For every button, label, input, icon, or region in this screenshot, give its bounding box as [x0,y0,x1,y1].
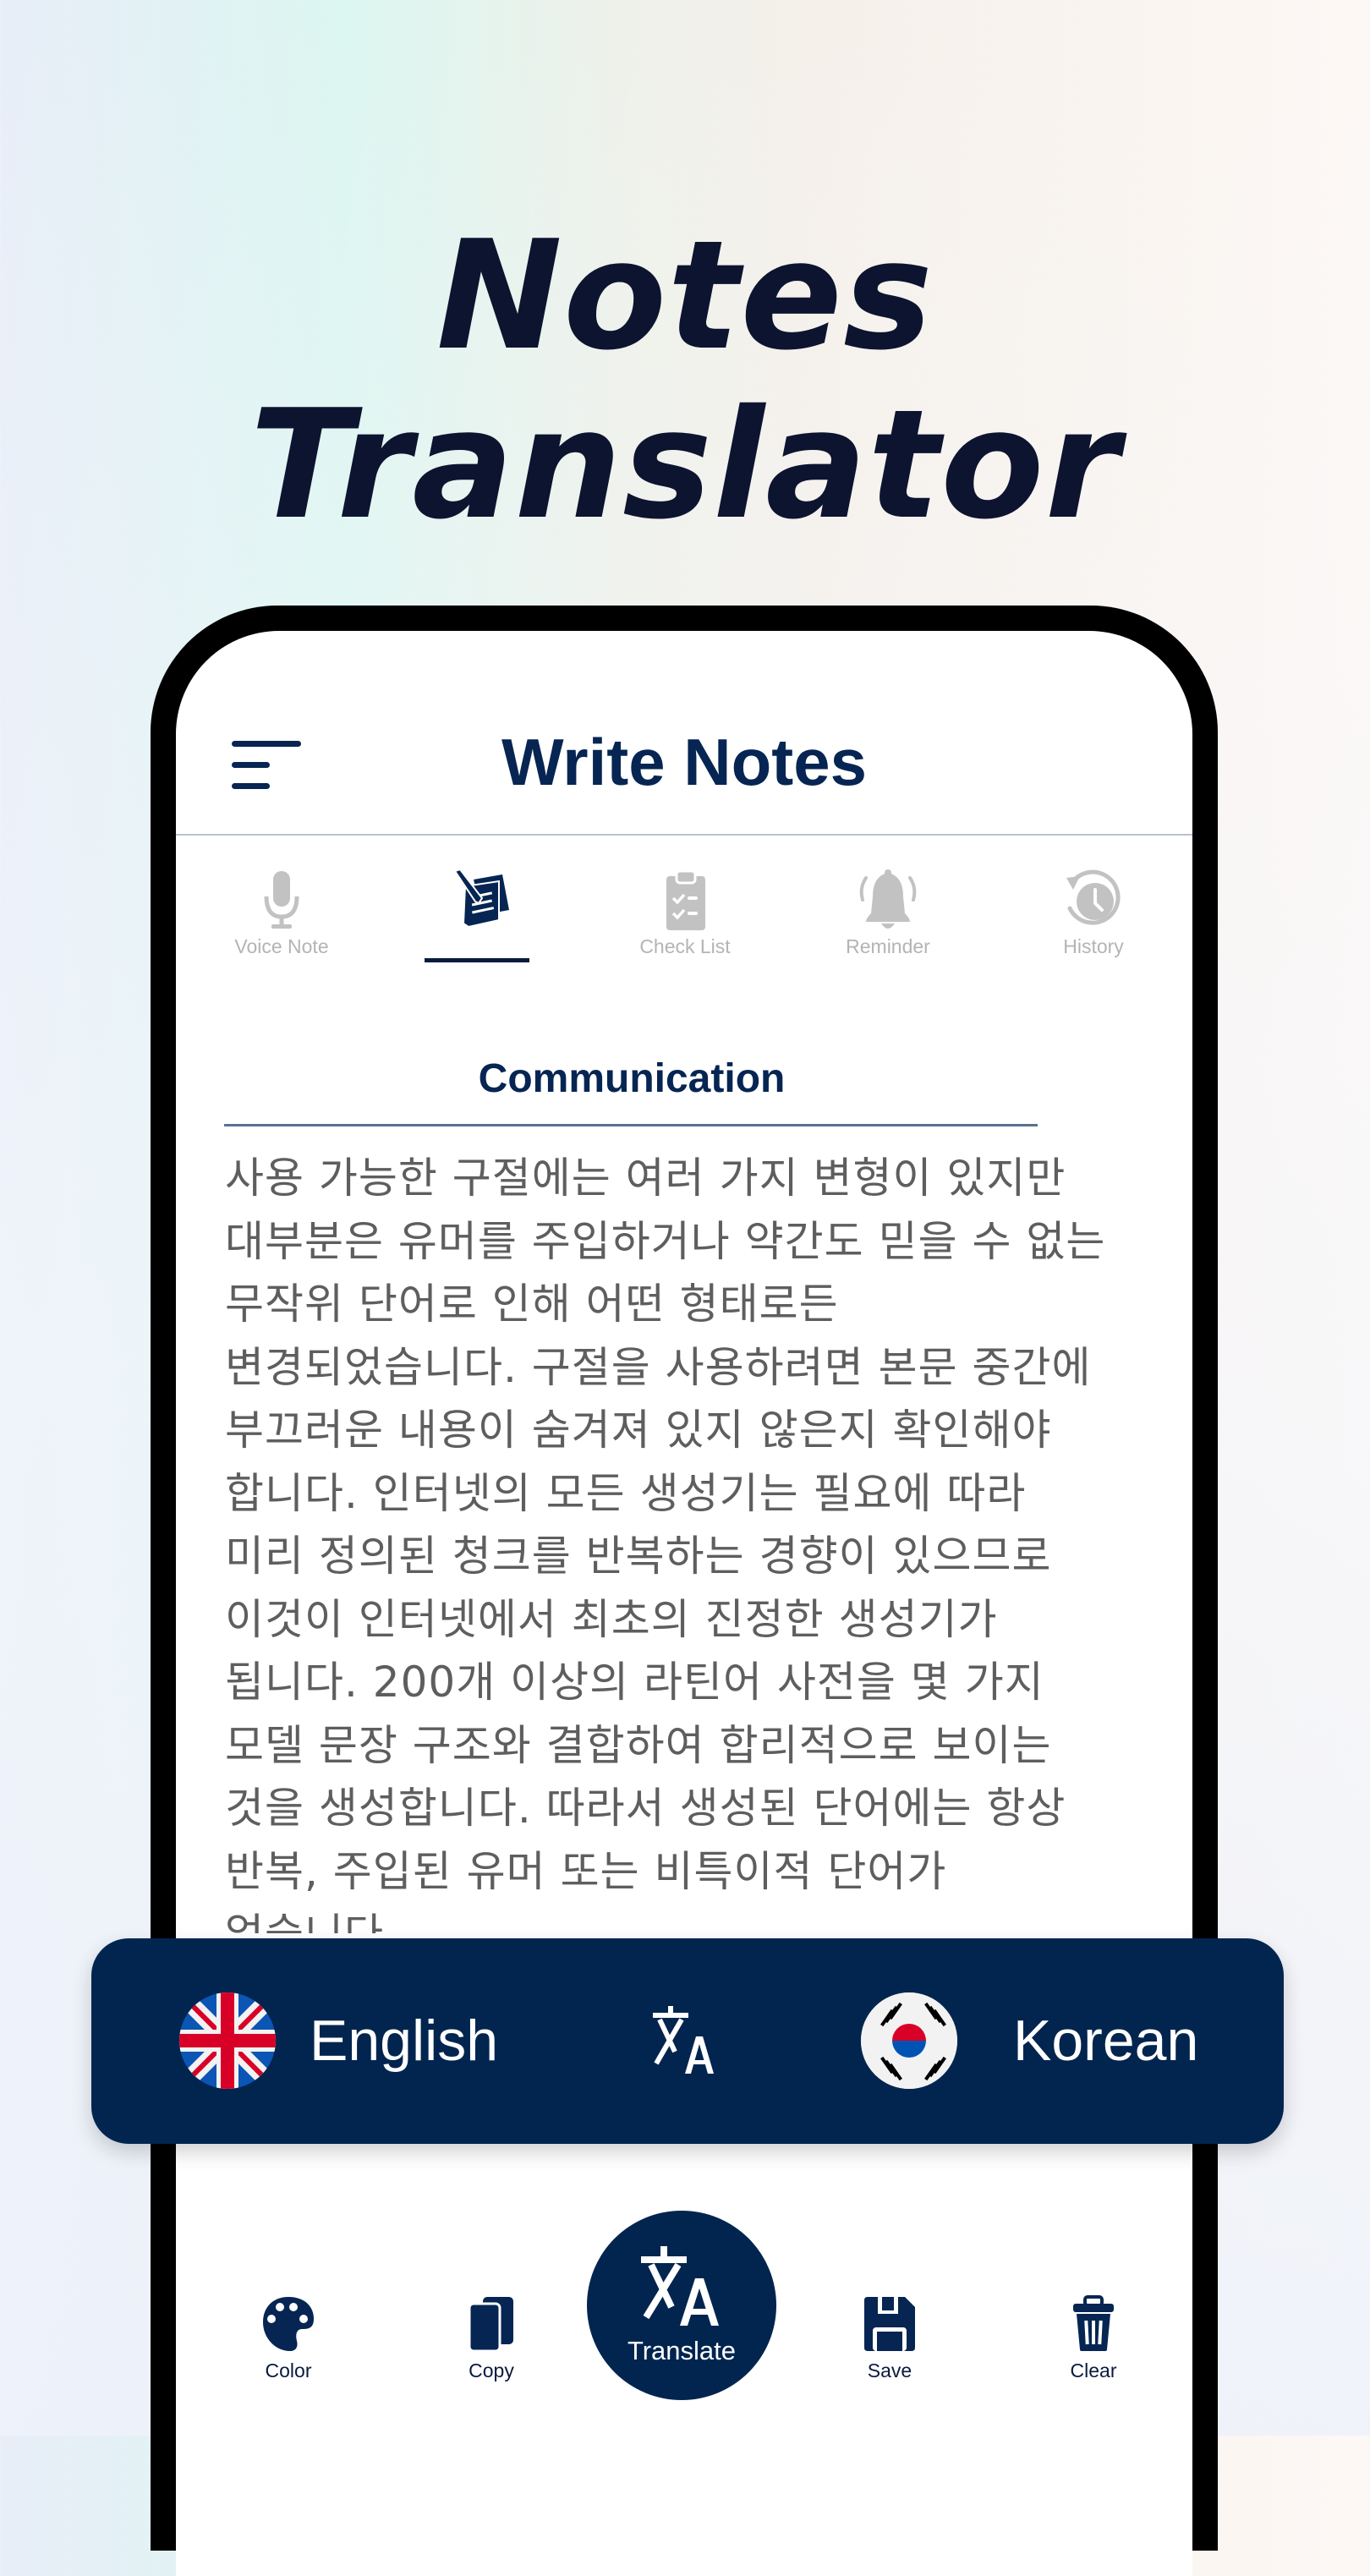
note-body-line: 무작위 단어로 인해 어떤 형태로든 [225,1280,839,1329]
active-tab-indicator [425,958,529,962]
app-title: Write Notes [501,725,867,799]
bell-icon [859,869,917,929]
translate-swap-icon[interactable] [649,2006,721,2077]
note-body-line: 변경되었습니다. 구절을 사용하려면 본문 중간에 [225,1342,1092,1392]
note-title[interactable]: Communication [225,1054,1038,1104]
trash-icon [1073,2295,1114,2351]
tab-check-list[interactable]: Check List [600,859,770,969]
tab-bar: Voice Note Check List Reminder History [176,859,1192,969]
tab-reminder[interactable]: Reminder [803,859,973,969]
uk-flag-icon[interactable] [179,1992,276,2089]
copy-label: Copy [469,2360,514,2381]
tab-write-note-active[interactable] [392,859,562,969]
south-korea-flag-icon[interactable] [861,1992,957,2089]
tab-label: History [1063,935,1124,957]
palette-icon [263,2297,314,2351]
tab-label: Check List [639,935,731,957]
note-body-line: 모델 문장 구조와 결합하여 합리적으로 보이는 [225,1720,1052,1770]
tab-history[interactable]: History [1009,859,1178,969]
write-note-icon [453,869,509,929]
language-selector-bar: English Korean [91,1938,1284,2144]
note-body-line: 미리 정의된 청크를 반복하는 경향이 있으므로 [225,1532,1052,1581]
tab-write-note[interactable] [186,859,355,969]
note-body-line: 이것이 인터넷에서 최초의 진정한 생성기가 [225,1594,998,1644]
source-language[interactable]: English [310,2004,498,2077]
floppy-disk-icon [864,2297,915,2351]
color-label: Color [265,2360,312,2381]
header-divider [176,834,1192,836]
translate-button[interactable]: Translate [587,2211,776,2400]
clear-label: Clear [1070,2360,1117,2381]
note-body-line: 사용 가능한 구절에는 여러 가지 변형이 있지만 [225,1154,1066,1203]
copy-icon [468,2297,513,2353]
clipboard-checklist-icon [666,869,705,930]
note-body-line: 합니다. 인터넷의 모든 생성기는 필요에 따라 [225,1468,1027,1518]
tab-label: Reminder [846,935,930,957]
note-body-line: 반복, 주입된 유머 또는 비특이적 단어가 [225,1846,947,1896]
save-label: Save [867,2360,912,2381]
note-body-line: 됩니다. 200개 이상의 라틴어 사전을 몇 가지 [225,1658,1044,1707]
target-language[interactable]: Korean [1013,2004,1198,2077]
note-body-line: 없습니다. [225,1903,1164,1933]
history-clock-icon [1066,869,1121,925]
note-body-textarea[interactable]: 사용 가능한 구절에는 여러 가지 변형이 있지만 대부분은 유머를 주입하거나… [225,1147,1164,1933]
hero-title: Notes Translator [249,208,1121,552]
note-body-line: 대부분은 유머를 주입하거나 약간도 믿을 수 없는 [225,1216,1106,1266]
translate-label: Translate [627,2336,737,2365]
note-title-underline [224,1124,1038,1126]
translate-icon [641,2246,719,2326]
note-body-line: 것을 생성합니다. 따라서 생성된 단어에는 항상 [225,1784,1066,1833]
note-body-line: 부끄러운 내용이 숨겨져 있지 않은지 확인해야 [225,1406,1052,1455]
